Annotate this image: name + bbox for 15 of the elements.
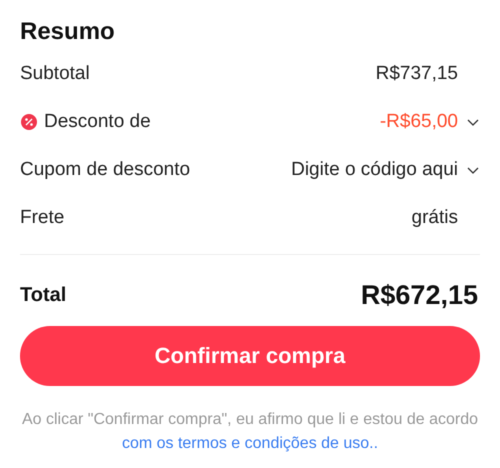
total-value: R$672,15 <box>360 280 478 310</box>
terms-notice: Ao clicar "Confirmar compra", eu afirmo que li e estou de acordo com os termos e condições de uso.. <box>20 410 479 454</box>
coupon-field[interactable]: Digite o código aqui <box>291 159 458 181</box>
summary-title: Resumo <box>20 18 116 47</box>
row-value: grátis <box>412 207 458 229</box>
total-label: Total <box>20 284 66 306</box>
confirm-button[interactable]: Confirmar compra <box>20 326 480 386</box>
row-label: Cupom de desconto <box>20 159 190 181</box>
row-label: Frete <box>20 207 64 229</box>
terms-link[interactable]: com os termos e condições de uso.. <box>122 435 378 452</box>
row-label: Desconto de <box>44 111 151 133</box>
row-value: -R$65,00 <box>380 111 458 133</box>
row-label: Subtotal <box>20 63 90 85</box>
discount-icon <box>20 113 38 131</box>
row-value: R$737,15 <box>376 63 458 85</box>
